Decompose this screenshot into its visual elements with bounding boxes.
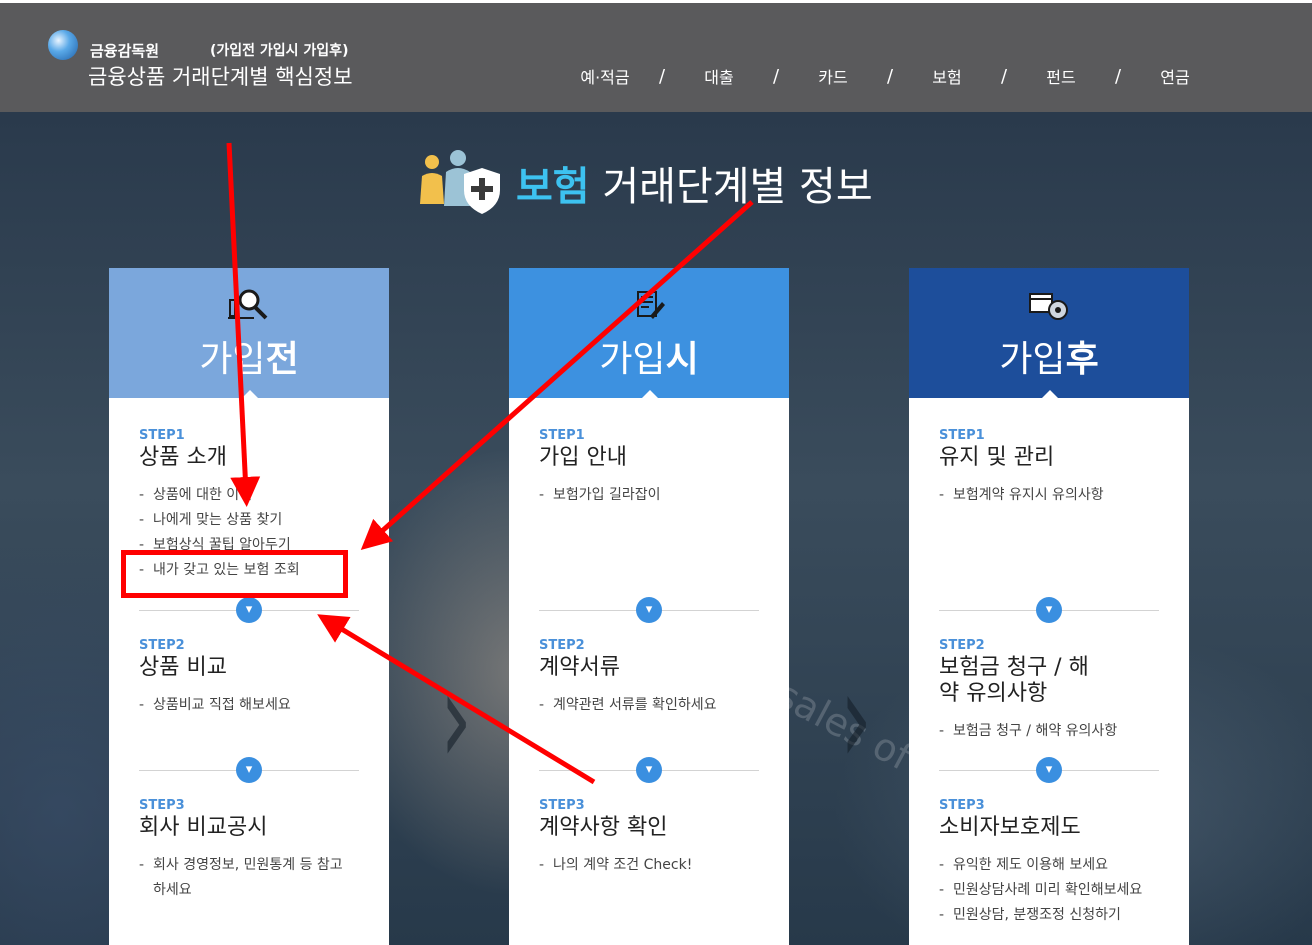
annotation-arrow bbox=[226, 142, 261, 507]
annotation-arrow bbox=[360, 200, 754, 550]
annotation-arrow bbox=[317, 614, 596, 785]
annotation-arrows bbox=[226, 142, 754, 785]
